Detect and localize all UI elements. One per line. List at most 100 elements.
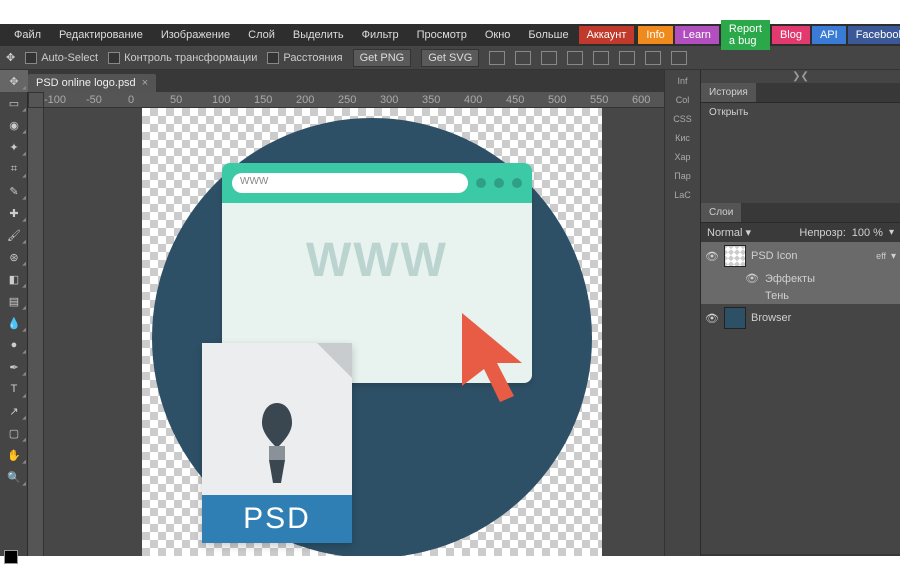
psd-file-graphic: PSD — [202, 343, 352, 543]
menu-image[interactable]: Изображение — [153, 26, 238, 44]
gradient-tool[interactable]: ▤◢ — [0, 290, 28, 312]
auto-select-checkbox[interactable]: Auto-Select — [25, 52, 98, 64]
distances-checkbox[interactable]: Расстояния — [267, 52, 342, 64]
blur-tool[interactable]: 💧◢ — [0, 312, 28, 334]
link-report[interactable]: Report a bug — [721, 20, 770, 50]
history-panel: Открыть — [701, 103, 900, 203]
menu-filter[interactable]: Фильтр — [354, 26, 407, 44]
clone-tool[interactable]: ⊛◢ — [0, 246, 28, 268]
collapse-panels-button[interactable]: ❯❮ — [701, 70, 900, 83]
align-icon-5[interactable] — [593, 51, 609, 65]
dodge-tool[interactable]: ●◢ — [0, 334, 28, 356]
canvas[interactable]: WWW WWW — [44, 108, 664, 576]
history-item[interactable]: Открыть — [701, 103, 900, 122]
www-text: WWW — [222, 233, 532, 288]
window-dot-icon — [494, 178, 504, 188]
ruler-vertical — [28, 108, 44, 576]
visibility-icon[interactable]: 👁 — [705, 312, 719, 325]
panel-tab-info[interactable]: Inf — [677, 76, 687, 86]
get-png-button[interactable]: Get PNG — [353, 49, 412, 67]
lasso-tool[interactable]: ◉◢ — [0, 114, 28, 136]
blend-mode-select[interactable]: Normal ▾ — [707, 226, 793, 239]
link-learn[interactable]: Learn — [675, 26, 719, 44]
artboard[interactable]: WWW WWW — [142, 108, 602, 568]
panel-tab-char[interactable]: Хар — [674, 152, 690, 162]
align-icon-6[interactable] — [619, 51, 635, 65]
visibility-icon[interactable]: 👁 — [705, 250, 719, 263]
collapsed-panels: Inf Col CSS Кис Хар Пар LaC — [664, 70, 700, 576]
heal-tool[interactable]: ✚◢ — [0, 202, 28, 224]
align-icon-7[interactable] — [645, 51, 661, 65]
zoom-tool[interactable]: 🔍◢ — [0, 466, 28, 488]
align-icon-4[interactable] — [567, 51, 583, 65]
layers-options: Normal ▾ Непрозр: 100 %▾ — [701, 223, 900, 242]
link-facebook[interactable]: Facebook — [848, 26, 900, 44]
layers-panel: 👁 PSD Icon eff▾ 👁 Эффекты 👁 Тень 👁 Brows… — [701, 242, 900, 576]
ruler-corner — [28, 92, 44, 108]
panel-tab-css[interactable]: CSS — [673, 114, 692, 124]
link-blog[interactable]: Blog — [772, 26, 810, 44]
layer-thumbnail — [724, 245, 746, 267]
brush-tool[interactable]: 🖌◢ — [0, 224, 28, 246]
layer-shadow-row[interactable]: 👁 Тень — [701, 287, 900, 304]
tab-title: PSD online logo.psd — [36, 77, 136, 89]
opacity-value[interactable]: 100 % — [852, 227, 883, 239]
menu-layer[interactable]: Слой — [240, 26, 283, 44]
rect-tool[interactable]: ▢◢ — [0, 422, 28, 444]
layers-panel-header: Слои — [701, 203, 900, 223]
menu-file[interactable]: Файл — [6, 26, 49, 44]
menu-more[interactable]: Больше — [520, 26, 576, 44]
link-api[interactable]: API — [812, 26, 846, 44]
align-icon-1[interactable] — [489, 51, 505, 65]
opacity-label: Непрозр: — [799, 227, 845, 239]
transform-controls-checkbox[interactable]: Контроль трансформации — [108, 52, 257, 64]
text-tool[interactable]: T◢ — [0, 378, 28, 400]
document-tab[interactable]: PSD online logo.psd × — [28, 74, 156, 92]
crop-tool[interactable]: ⌗◢ — [0, 158, 28, 180]
align-icon-2[interactable] — [515, 51, 531, 65]
panel-tab-para[interactable]: Пар — [674, 171, 690, 181]
eyedropper-tool[interactable]: ✎◢ — [0, 180, 28, 202]
get-svg-button[interactable]: Get SVG — [421, 49, 479, 67]
window-dot-icon — [512, 178, 522, 188]
panel-tab-color[interactable]: Col — [676, 95, 690, 105]
menu-view[interactable]: Просмотр — [409, 26, 475, 44]
psd-band: PSD — [202, 495, 352, 543]
tool-palette: ✥◢ ▭◢ ◉◢ ✦◢ ⌗◢ ✎◢ ✚◢ 🖌◢ ⊛◢ ◧◢ ▤◢ 💧◢ ●◢ ✒… — [0, 70, 28, 576]
eraser-tool[interactable]: ◧◢ — [0, 268, 28, 290]
brush-icon — [247, 398, 307, 488]
hand-tool[interactable]: ✋◢ — [0, 444, 28, 466]
align-icon-3[interactable] — [541, 51, 557, 65]
address-bar: WWW — [232, 173, 468, 193]
layer-eff-label: eff — [876, 251, 886, 261]
layer-row[interactable]: 👁 PSD Icon eff▾ — [701, 242, 900, 270]
ruler-horizontal: -100-50050100150200250300350400450500550… — [44, 92, 664, 108]
close-tab-icon[interactable]: × — [142, 77, 148, 89]
menu-edit[interactable]: Редактирование — [51, 26, 151, 44]
pen-tool[interactable]: ✒◢ — [0, 356, 28, 378]
layer-name: Browser — [751, 312, 791, 324]
history-tab[interactable]: История — [701, 83, 756, 102]
align-icon-8[interactable] — [671, 51, 687, 65]
link-info[interactable]: Info — [638, 26, 672, 44]
wand-tool[interactable]: ✦◢ — [0, 136, 28, 158]
menu-select[interactable]: Выделить — [285, 26, 352, 44]
path-tool[interactable]: ↗◢ — [0, 400, 28, 422]
document-tabs: PSD online logo.psd × — [28, 70, 664, 92]
layer-name: PSD Icon — [751, 250, 797, 262]
move-tool-icon: ✥ — [6, 51, 15, 64]
account-button[interactable]: Аккаунт — [579, 26, 635, 44]
layer-effects-row[interactable]: 👁 Эффекты — [701, 270, 900, 287]
visibility-icon[interactable]: 👁 — [745, 272, 759, 285]
menu-window[interactable]: Окно — [477, 26, 519, 44]
move-tool[interactable]: ✥◢ — [0, 70, 28, 92]
history-panel-header: История — [701, 83, 900, 103]
marquee-tool[interactable]: ▭◢ — [0, 92, 28, 114]
cursor-arrow-icon — [452, 308, 542, 408]
window-dot-icon — [476, 178, 486, 188]
panel-tab-lac[interactable]: LaC — [674, 190, 691, 200]
layers-tab[interactable]: Слои — [701, 203, 741, 222]
layer-row[interactable]: 👁 Browser — [701, 304, 900, 332]
menu-bar: Файл Редактирование Изображение Слой Выд… — [0, 24, 900, 46]
panel-tab-brush[interactable]: Кис — [675, 133, 690, 143]
